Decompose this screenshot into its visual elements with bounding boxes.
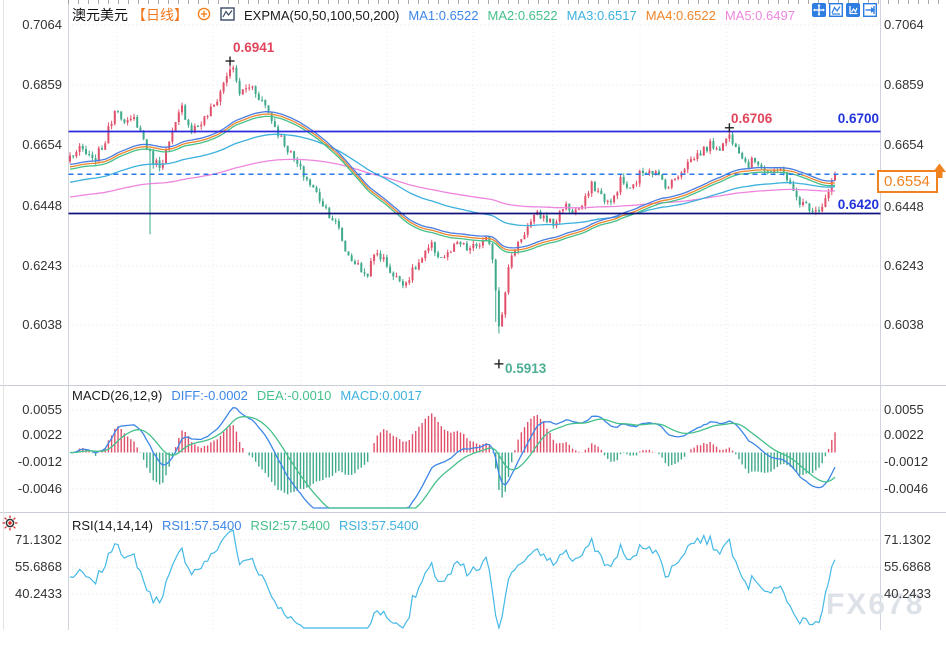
symbol-title: 澳元美元 [72, 5, 128, 25]
price-axis-label: 0.6448 [0, 198, 62, 214]
macd-dea-value: DEA:-0.0010 [257, 388, 331, 403]
price-axis-label: 0.6038 [884, 317, 944, 333]
price-axis-label: 0.6859 [884, 77, 944, 93]
price-axis-label: 0.6448 [884, 199, 944, 215]
rsi-axis-label: 55.6868 [884, 559, 944, 575]
macd-hist-value: MACD:0.0017 [340, 388, 422, 403]
rsi-axis-label: 40.2433 [884, 586, 944, 602]
crosshair-pan-icon[interactable] [812, 3, 826, 17]
price-axis-label: 0.6243 [0, 258, 62, 274]
period-label[interactable]: 【日线】 [132, 5, 188, 25]
rsi-axis-label: 40.2433 [0, 586, 62, 602]
ma1-value: MA1:0.6522 [408, 8, 478, 23]
macd-axis-label: -0.0012 [0, 454, 62, 470]
ma3-value: MA3:0.6517 [567, 8, 637, 23]
rsi-axis-label: 71.1302 [0, 532, 62, 548]
price-axis-label: 0.7064 [0, 17, 62, 33]
chart-toolbar [812, 3, 877, 17]
price-axis-label: 0.7064 [884, 17, 944, 33]
time-axis-bar: 日线 ▲ 2024/07 2024/09 2024/11 2025/01 202… [0, 630, 946, 646]
macd-axis-label: 0.0055 [0, 402, 62, 418]
main-chart-header: 澳元美元 【日线】 EXPMA(50,50,100,50,200) MA1:0.… [72, 5, 795, 25]
high-price-annotation: 0.6941 [233, 41, 274, 55]
expma-label[interactable]: EXPMA(50,50,100,50,200) [244, 8, 399, 23]
resistance-level-label: 0.6700 [832, 112, 879, 126]
rsi1-value: RSI1:57.5400 [162, 518, 242, 533]
swing-high-annotation: 0.6706 [731, 112, 772, 126]
price-axis-label: 0.6654 [884, 137, 944, 153]
macd-diff-value: DIFF:-0.0002 [171, 388, 248, 403]
ma5-value: MA5:0.6497 [725, 8, 795, 23]
exit-chart-icon[interactable] [863, 3, 877, 17]
ma4-value: MA4:0.6522 [646, 8, 716, 23]
price-axis-label: 0.6654 [0, 137, 62, 153]
macd-label[interactable]: MACD(26,12,9) [72, 388, 162, 403]
macd-axis-label: 0.0022 [0, 427, 62, 443]
chart-style-icon[interactable] [220, 7, 235, 24]
rsi-label[interactable]: RSI(14,14,14) [72, 518, 153, 533]
rsi-axis-label: 55.6868 [0, 559, 62, 575]
rsi-header: RSI(14,14,14) RSI1:57.5400 RSI2:57.5400 … [72, 518, 418, 533]
macd-axis-label: -0.0046 [0, 481, 62, 497]
macd-axis-label: 0.0022 [884, 427, 944, 443]
price-axis-label: 0.6038 [0, 317, 62, 333]
low-price-annotation: 0.5913 [505, 362, 546, 376]
macd-axis-label: -0.0046 [884, 481, 944, 497]
ma2-value: MA2:0.6522 [488, 8, 558, 23]
chart-plot-area[interactable] [0, 0, 946, 646]
rsi-axis-label: 71.1302 [884, 532, 944, 548]
rsi3-value: RSI3:57.5400 [339, 518, 419, 533]
add-overlay-icon[interactable] [197, 7, 211, 24]
macd-axis-label: 0.0055 [884, 402, 944, 418]
rsi2-value: RSI2:57.5400 [250, 518, 330, 533]
macd-axis-label: -0.0012 [884, 454, 944, 470]
line-chart-icon[interactable] [829, 3, 843, 17]
price-axis-label: 0.6243 [884, 258, 944, 274]
current-price-badge: 0.6554 [877, 170, 938, 193]
bar-axis-icon[interactable] [846, 3, 860, 17]
price-axis-label: 0.6859 [0, 77, 62, 93]
support-level-label: 0.6420 [832, 198, 879, 212]
macd-header: MACD(26,12,9) DIFF:-0.0002 DEA:-0.0010 M… [72, 388, 422, 403]
chart-window: FX678 澳元美元 【日线】 EXPMA(50,50,100,50,200) … [0, 0, 946, 646]
